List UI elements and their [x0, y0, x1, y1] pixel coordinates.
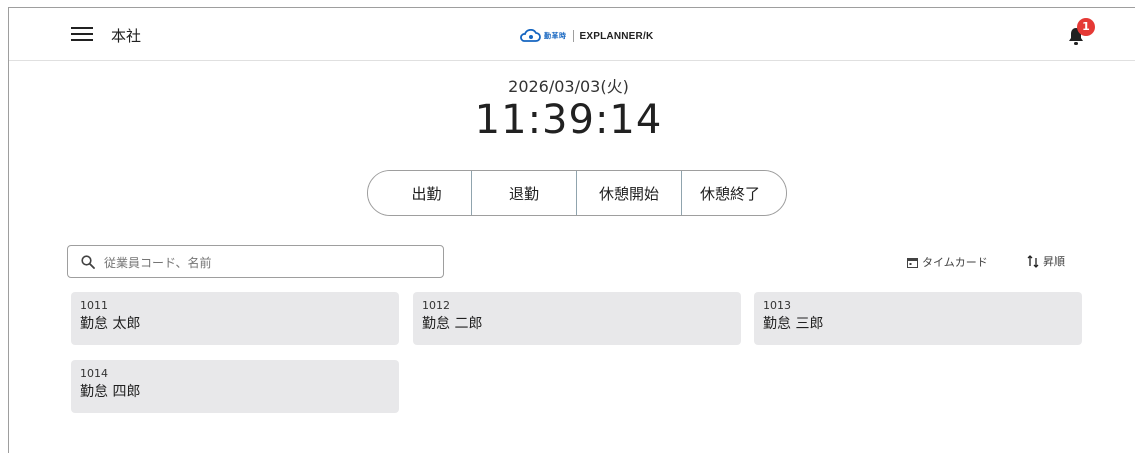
break-end-button[interactable]: 休憩終了 — [682, 171, 786, 215]
employee-code: 1014 — [80, 367, 108, 380]
search-icon — [81, 255, 95, 269]
brand-divider — [572, 30, 574, 42]
employee-card[interactable]: 1011 勤怠 太郎 — [71, 292, 399, 345]
top-bar: 本社 勤革時 EXPLANNER/K 1 — [9, 8, 1135, 61]
cloud-logo-icon — [520, 29, 541, 42]
brand-en-text: EXPLANNER/K — [579, 30, 654, 42]
current-date: 2026/03/03(火) — [508, 77, 629, 96]
brand-jp-text: 勤革時 — [544, 32, 567, 40]
employee-search-box — [67, 245, 444, 278]
employee-code: 1011 — [80, 299, 108, 312]
employee-card[interactable]: 1013 勤怠 三郎 — [754, 292, 1082, 345]
employee-card[interactable]: 1012 勤怠 二郎 — [413, 292, 741, 345]
sort-button[interactable]: 昇順 — [1027, 253, 1065, 269]
punch-button-group: 出勤 退勤 休憩開始 休憩終了 — [367, 170, 787, 216]
clock-out-button[interactable]: 退勤 — [472, 171, 577, 215]
employee-code: 1012 — [422, 299, 450, 312]
break-start-button[interactable]: 休憩開始 — [577, 171, 682, 215]
employee-name: 勤怠 太郎 — [80, 316, 141, 332]
calendar-icon — [907, 257, 918, 268]
current-time: 11:39:14 — [474, 97, 663, 143]
notification-badge: 1 — [1077, 18, 1095, 36]
employee-code: 1013 — [763, 299, 791, 312]
search-input[interactable] — [102, 251, 436, 275]
timecard-label: タイムカード — [922, 256, 988, 269]
office-name: 本社 — [111, 27, 142, 45]
employee-card[interactable]: 1014 勤怠 四郎 — [71, 360, 399, 413]
employee-name: 勤怠 三郎 — [763, 316, 824, 332]
clock-in-button[interactable]: 出勤 — [368, 171, 472, 215]
brand-logo: 勤革時 EXPLANNER/K — [519, 28, 653, 44]
menu-icon[interactable] — [71, 27, 93, 43]
employee-name: 勤怠 四郎 — [80, 384, 141, 400]
timecard-button[interactable]: タイムカード — [907, 254, 988, 270]
sort-icon — [1027, 254, 1039, 268]
sort-label: 昇順 — [1043, 255, 1065, 268]
employee-name: 勤怠 二郎 — [422, 316, 483, 332]
